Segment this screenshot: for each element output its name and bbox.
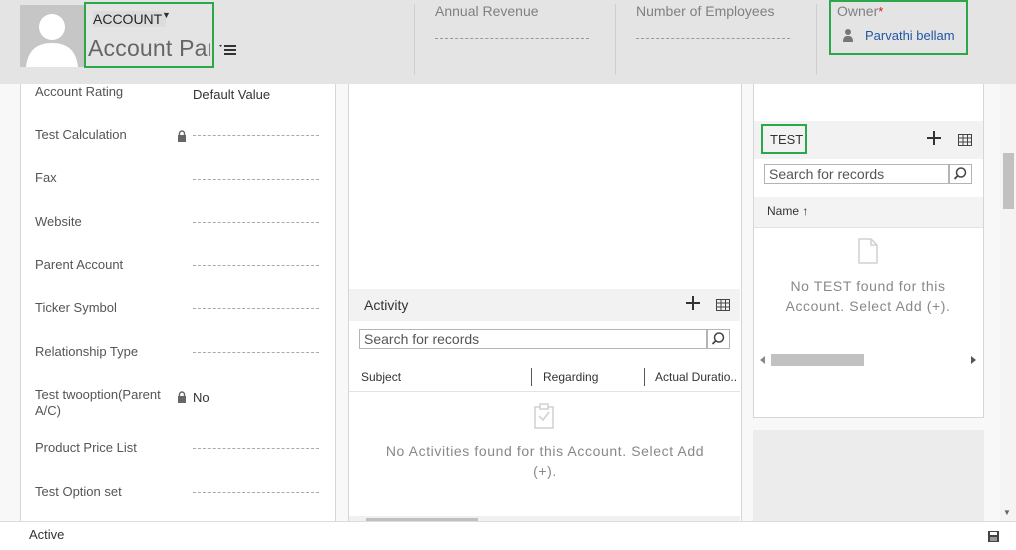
employees-label: Number of Employees	[636, 3, 775, 19]
user-icon	[842, 28, 854, 42]
field-label-test-option-set: Test Option set	[35, 484, 122, 499]
field-label-website: Website	[35, 214, 82, 229]
field-label-relationship-type: Relationship Type	[35, 344, 139, 359]
employees-value[interactable]	[636, 38, 790, 39]
required-asterisk: *	[878, 4, 884, 19]
empty-section	[753, 430, 984, 521]
field-value-test-twooption: No	[193, 390, 210, 405]
lock-icon	[177, 129, 187, 142]
field-value-relationship-type[interactable]	[193, 352, 319, 353]
field-label-ticker-symbol: Ticker Symbol	[35, 300, 117, 315]
clipboard-icon	[534, 403, 554, 429]
scroll-right-arrow-icon	[971, 356, 976, 364]
column-name[interactable]: Name ↑	[767, 204, 808, 218]
test-scrollbar-thumb[interactable]	[771, 354, 864, 366]
plus-icon[interactable]	[927, 131, 941, 145]
entity-dropdown-chevron-icon[interactable]: ▼	[162, 10, 171, 20]
field-label-parent-account: Parent Account	[35, 257, 124, 272]
field-value-test-option-set[interactable]	[193, 492, 319, 493]
header-divider	[816, 4, 817, 75]
entity-type-label[interactable]: ACCOUNT	[93, 11, 167, 27]
annual-revenue-label: Annual Revenue	[435, 3, 539, 19]
page-vertical-scrollbar[interactable]	[1000, 84, 1016, 521]
column-divider[interactable]	[531, 368, 532, 386]
document-icon	[857, 238, 879, 264]
field-value-product-price-list[interactable]	[193, 448, 319, 449]
activity-empty-message: No Activities found for this Account. Se…	[385, 443, 705, 479]
annual-revenue-value[interactable]	[435, 38, 589, 39]
field-value-parent-account[interactable]	[193, 265, 319, 266]
field-label-test-calculation: Test Calculation	[35, 127, 127, 142]
grid-view-icon[interactable]	[958, 133, 972, 146]
status-bar	[0, 521, 1016, 550]
test-search-input[interactable]: Search for records	[764, 164, 949, 184]
owner-link[interactable]: Parvathi bellam	[865, 28, 955, 43]
column-actual-duration[interactable]: Actual Duratio..	[655, 370, 737, 384]
floppy-disk-icon[interactable]	[988, 529, 999, 542]
owner-label-text: Owner	[837, 3, 879, 19]
page-scrollbar-thumb[interactable]	[1003, 153, 1014, 209]
field-value-test-calculation	[193, 135, 319, 136]
magnifier-icon	[953, 167, 967, 180]
scroll-down-arrow-icon[interactable]: ▼	[1003, 508, 1011, 517]
field-label-fax: Fax	[35, 170, 57, 185]
record-name: Account Par	[88, 35, 210, 61]
grid-view-icon[interactable]	[716, 298, 730, 311]
field-value-website[interactable]	[193, 222, 319, 223]
header-divider	[414, 4, 415, 75]
activity-search-input[interactable]: Search for records	[359, 329, 707, 349]
person-silhouette-icon	[20, 5, 84, 67]
owner-label: Owner*	[837, 3, 883, 19]
hamburger-menu-icon[interactable]	[218, 42, 238, 58]
column-name-label: Name	[767, 204, 800, 218]
lock-icon	[177, 390, 187, 403]
field-label-product-price-list: Product Price List	[35, 440, 137, 455]
column-regarding[interactable]: Regarding	[543, 370, 598, 384]
field-label-account-rating: Account Rating	[35, 84, 124, 99]
activity-search-button[interactable]	[707, 329, 730, 349]
avatar	[20, 5, 84, 67]
test-title: TEST	[770, 132, 804, 147]
column-divider[interactable]	[644, 368, 645, 386]
record-status: Active	[29, 527, 65, 542]
field-value-fax[interactable]	[193, 179, 319, 180]
magnifier-icon	[711, 332, 725, 345]
field-label-test-twooption: Test twooption(Parent A/C)	[35, 387, 161, 418]
test-empty-message: No TEST found for this Account. Select A…	[785, 278, 951, 314]
column-subject[interactable]: Subject	[361, 370, 401, 384]
test-search-button[interactable]	[949, 164, 972, 184]
header-divider	[615, 4, 616, 75]
activity-title: Activity	[364, 297, 409, 313]
field-value-ticker-symbol[interactable]	[193, 308, 319, 309]
field-value-account-rating[interactable]: Default Value	[193, 87, 270, 102]
scroll-left-arrow-icon	[760, 356, 765, 364]
plus-icon[interactable]	[686, 296, 700, 310]
arrow-up-icon: ↑	[802, 204, 809, 218]
